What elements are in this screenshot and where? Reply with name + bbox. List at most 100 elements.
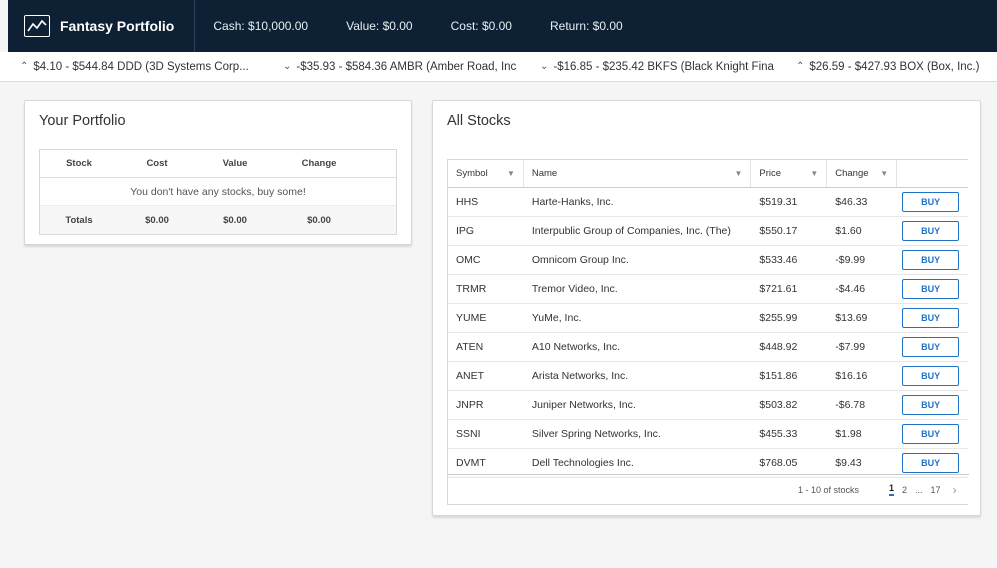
column-header-cost: Cost [146, 158, 168, 169]
buy-button[interactable]: BUY [902, 250, 960, 270]
stock-change: $1.98 [835, 428, 862, 440]
stock-symbol: ANET [456, 370, 485, 382]
stock-price: $151.86 [759, 370, 798, 382]
ticker-item: ⌃ $4.10 - $544.84 DDD (3D Systems Corp..… [20, 61, 260, 73]
stock-symbol: SSNI [456, 428, 481, 440]
stock-name: Interpublic Group of Companies, Inc. (Th… [531, 225, 731, 237]
stock-name: Omnicom Group Inc. [531, 254, 629, 266]
column-header-stock: Stock [66, 158, 92, 169]
buy-button[interactable]: BUY [902, 221, 960, 241]
buy-button[interactable]: BUY [902, 366, 960, 386]
stock-name: Dell Technologies Inc. [531, 457, 634, 469]
buy-cell: BUY [897, 250, 968, 270]
stock-name: Harte-Hanks, Inc. [531, 196, 614, 208]
buy-cell: BUY [897, 366, 968, 386]
table-row: JNPR Juniper Networks, Inc. $503.82 -$6.… [448, 391, 968, 420]
ticker-text: $26.59 - $427.93 BOX (Box, Inc.) [809, 60, 980, 73]
buy-button[interactable]: BUY [902, 279, 960, 299]
all-stocks-card: All Stocks Symbol ▼ Name ▼ Price ▼ Chang… [432, 100, 981, 516]
table-row: IPG Interpublic Group of Companies, Inc.… [448, 217, 968, 246]
table-row: OMC Omnicom Group Inc. $533.46 -$9.99 BU… [448, 246, 968, 275]
return-stat: Return: $0.00 [549, 19, 623, 33]
portfolio-card: Your Portfolio Stock Cost Value Change Y… [24, 100, 412, 245]
table-row: SSNI Silver Spring Networks, Inc. $455.3… [448, 420, 968, 449]
stock-change: $13.69 [835, 312, 868, 324]
stock-price: $448.92 [759, 341, 798, 353]
stock-price: $503.82 [759, 399, 798, 411]
stock-price: $255.99 [759, 312, 798, 324]
buy-button[interactable]: BUY [902, 395, 960, 415]
filter-icon[interactable]: ▼ [880, 169, 888, 178]
app-header: Fantasy Portfolio Cash: $10,000.00 Value… [0, 0, 997, 52]
buy-button[interactable]: BUY [902, 453, 960, 473]
buy-cell: BUY [897, 453, 968, 473]
filter-icon[interactable]: ▼ [810, 169, 818, 178]
filter-icon[interactable]: ▼ [507, 169, 515, 178]
totals-change: $0.00 [307, 214, 331, 226]
page-17-button[interactable]: 17 [931, 485, 941, 495]
chevron-down-icon: ⌄ [283, 61, 292, 72]
buy-button[interactable]: BUY [902, 337, 960, 357]
stock-name: Arista Networks, Inc. [531, 370, 629, 382]
stock-change: $46.33 [835, 196, 868, 208]
portfolio-title: Your Portfolio [39, 113, 126, 129]
table-row: ANET Arista Networks, Inc. $151.86 $16.1… [448, 362, 968, 391]
stock-price: $550.17 [759, 225, 798, 237]
stock-price: $455.33 [759, 428, 798, 440]
page-1-button[interactable]: 1 [889, 483, 895, 496]
page-2-button[interactable]: 2 [902, 485, 907, 495]
stock-name: YuMe, Inc. [531, 312, 582, 324]
cash-stat: Cash: $10,000.00 [213, 19, 309, 33]
pagination-range: 1 - 10 of stocks [798, 484, 860, 495]
column-header-name[interactable]: Name ▼ [524, 160, 752, 187]
stock-symbol: HHS [456, 196, 479, 208]
stock-symbol: IPG [456, 225, 475, 237]
column-header-symbol-label: Symbol [456, 168, 488, 179]
filter-icon[interactable]: ▼ [734, 169, 742, 178]
brand[interactable]: Fantasy Portfolio [24, 0, 196, 52]
stock-price: $533.46 [759, 254, 798, 266]
portfolio-table: Stock Cost Value Change You don't have a… [39, 149, 397, 235]
table-footer: 1 - 10 of stocks 1 2 ... 17 › [448, 474, 969, 504]
buy-button[interactable]: BUY [902, 308, 960, 328]
stock-name: A10 Networks, Inc. [531, 341, 620, 353]
stock-change: -$4.46 [835, 283, 866, 295]
stock-symbol: YUME [456, 312, 487, 324]
app-title: Fantasy Portfolio [60, 18, 175, 34]
pagination: 1 2 ... 17 › [889, 483, 957, 497]
buy-cell: BUY [897, 395, 968, 415]
stock-name: Tremor Video, Inc. [531, 283, 618, 295]
buy-button[interactable]: BUY [902, 424, 960, 444]
column-header-change: Change [301, 158, 337, 169]
stock-price: $721.61 [759, 283, 798, 295]
stock-name: Juniper Networks, Inc. [531, 399, 636, 411]
stock-change: $9.43 [835, 457, 862, 469]
totals-label: Totals [65, 214, 93, 226]
stock-price: $519.31 [759, 196, 798, 208]
stock-symbol: OMC [456, 254, 481, 266]
chevron-up-icon: ⌃ [20, 61, 29, 72]
chevron-down-icon: ⌄ [540, 61, 549, 72]
value-stat: Value: $0.00 [346, 19, 413, 33]
stock-symbol: ATEN [456, 341, 484, 353]
stock-change: -$6.78 [835, 399, 866, 411]
stock-price: $768.05 [759, 457, 798, 469]
column-header-change[interactable]: Change ▼ [827, 160, 898, 187]
stock-symbol: TRMR [456, 283, 487, 295]
all-stocks-title: All Stocks [447, 113, 511, 129]
ticker-text: -$35.93 - $584.36 AMBR (Amber Road, Inc [296, 60, 517, 73]
portfolio-header-row: Stock Cost Value Change [40, 150, 396, 178]
buy-button[interactable]: BUY [902, 192, 960, 212]
totals-cost: $0.00 [145, 214, 169, 226]
chevron-right-icon[interactable]: › [953, 483, 957, 497]
column-header-value: Value [222, 158, 248, 169]
buy-cell: BUY [897, 308, 968, 328]
stock-change: $1.60 [835, 225, 862, 237]
stock-ticker: ⌃ $4.10 - $544.84 DDD (3D Systems Corp..… [0, 52, 997, 82]
stocks-header-row: Symbol ▼ Name ▼ Price ▼ Change ▼ [448, 160, 968, 188]
stock-change: -$9.99 [835, 254, 866, 266]
column-header-price[interactable]: Price ▼ [751, 160, 828, 187]
column-header-symbol[interactable]: Symbol ▼ [448, 160, 524, 187]
ticker-text: -$16.85 - $235.42 BKFS (Black Knight Fin… [553, 60, 774, 73]
line-chart-icon [24, 15, 50, 37]
